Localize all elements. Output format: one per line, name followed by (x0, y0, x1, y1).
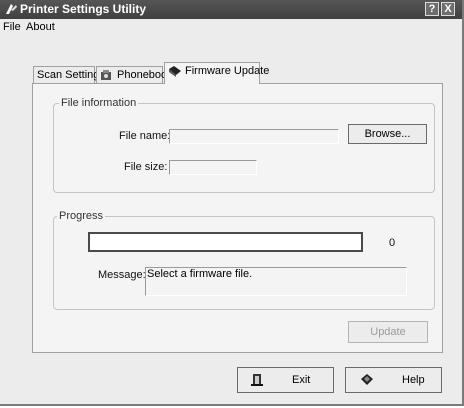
tab-label: Firmware Update (185, 65, 270, 77)
firmware-update-panel: File information File name: Browse... Fi… (32, 83, 443, 353)
file-information-group: File information File name: Browse... Fi… (53, 97, 435, 193)
exit-button[interactable]: Exit (237, 367, 334, 393)
progress-percent-label: 0 (389, 237, 396, 249)
update-button[interactable]: Update (348, 321, 428, 343)
printer-settings-window: Printer Settings Utility ? X File About … (0, 0, 464, 406)
menu-about[interactable]: About (26, 21, 55, 33)
phonebook-icon (101, 69, 111, 80)
file-size-label: File size: (124, 161, 168, 173)
menu-bar: File About (0, 19, 462, 35)
firmware-icon (169, 65, 181, 77)
file-size-field (169, 160, 257, 175)
exit-icon (251, 374, 263, 386)
title-bar[interactable]: Printer Settings Utility ? X (0, 0, 462, 19)
help-book-icon (361, 374, 373, 385)
tab-label: Scan Settings (37, 69, 105, 81)
help-title-button[interactable]: ? (425, 2, 439, 16)
close-button[interactable]: X (441, 2, 455, 16)
window-title: Printer Settings Utility (20, 2, 147, 16)
browse-button[interactable]: Browse... (348, 124, 427, 144)
exit-label: Exit (292, 374, 311, 386)
help-label: Help (402, 374, 425, 386)
message-label: Message: (98, 269, 146, 281)
menu-file[interactable]: File (3, 21, 21, 33)
message-text: Select a firmware file. (147, 268, 253, 280)
tab-phonebook[interactable]: Phonebook (96, 66, 173, 84)
file-name-label: File name: (119, 130, 171, 142)
tab-firmware-update[interactable]: Firmware Update (164, 62, 269, 84)
tab-scan-settings[interactable]: Scan Settings (33, 66, 105, 84)
group-label: Progress (57, 210, 106, 222)
progress-group: Progress Message: Select a firmware file… (53, 210, 435, 310)
app-icon (6, 4, 17, 14)
group-label: File information (59, 97, 139, 109)
progress-bar (88, 232, 363, 252)
message-box: Select a firmware file. (145, 267, 407, 296)
help-button[interactable]: Help (345, 367, 442, 393)
file-name-field[interactable] (169, 129, 339, 144)
